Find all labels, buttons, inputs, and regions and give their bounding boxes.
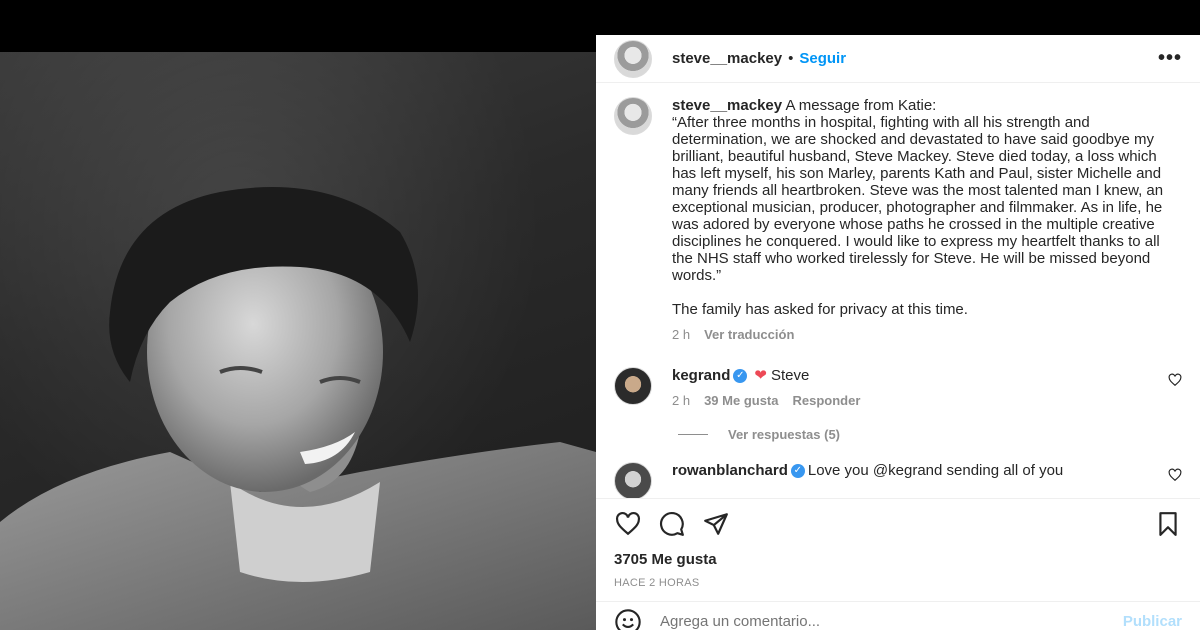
comment-text: Love you @kegrand sending all of you bbox=[807, 462, 1064, 479]
post-actions: 3705 Me gusta HACE 2 HORAS bbox=[596, 498, 1200, 589]
share-icon[interactable] bbox=[702, 511, 730, 537]
comment-item: kegrand ✓ ❤ Steve 2 h 39 Me gusta Responder bbox=[614, 367, 1182, 409]
comment-avatar[interactable] bbox=[614, 367, 652, 405]
heart-icon[interactable] bbox=[614, 511, 642, 537]
add-comment-bar: Publicar bbox=[596, 601, 1200, 630]
more-options-icon[interactable]: ••• bbox=[1158, 47, 1182, 70]
caption-username[interactable]: steve__mackey bbox=[672, 97, 782, 114]
follow-button[interactable]: Seguir bbox=[799, 50, 846, 67]
caption-time[interactable]: 2 h bbox=[672, 326, 690, 343]
post-photo[interactable] bbox=[0, 52, 596, 630]
caption-avatar[interactable] bbox=[614, 97, 652, 135]
comment-meta: 2 h 39 Me gusta Responder bbox=[672, 392, 1182, 409]
action-icons bbox=[614, 511, 1182, 537]
reply-button[interactable]: Responder bbox=[793, 392, 861, 409]
bookmark-icon[interactable] bbox=[1154, 511, 1182, 537]
caption-text: A message from Katie: “After three month… bbox=[672, 97, 1164, 318]
post-time[interactable]: HACE 2 HORAS bbox=[614, 577, 1182, 589]
publish-button[interactable]: Publicar bbox=[1123, 613, 1182, 630]
comment-username[interactable]: rowanblanchard bbox=[672, 462, 788, 479]
comments-section[interactable]: steve__mackey A message from Katie: “Aft… bbox=[596, 84, 1200, 498]
caption: steve__mackey A message from Katie: “Aft… bbox=[614, 97, 1182, 343]
emoji-icon[interactable] bbox=[614, 608, 642, 630]
caption-meta: 2 h Ver traducción bbox=[672, 326, 1182, 343]
comment-icon[interactable] bbox=[658, 511, 686, 537]
verified-icon: ✓ bbox=[790, 464, 805, 479]
post-header: steve__mackey • Seguir ••• bbox=[596, 35, 1200, 83]
author-avatar[interactable] bbox=[614, 39, 652, 78]
likes-count[interactable]: 3705 Me gusta bbox=[614, 551, 1182, 568]
caption-body: steve__mackey A message from Katie: “Aft… bbox=[672, 97, 1182, 318]
comment-time[interactable]: 2 h bbox=[672, 392, 690, 409]
like-comment-heart-icon[interactable] bbox=[1168, 373, 1182, 387]
replies-divider bbox=[678, 434, 708, 435]
portrait-illustration bbox=[0, 187, 596, 630]
heart-emoji: ❤ bbox=[754, 367, 767, 384]
verified-icon: ✓ bbox=[733, 369, 748, 384]
comment-body: rowanblanchard ✓ Love you @kegrand sending… bbox=[672, 462, 1182, 479]
separator-dot: • bbox=[788, 50, 794, 67]
translate-link[interactable]: Ver traducción bbox=[704, 326, 794, 343]
comment-text: Steve bbox=[770, 367, 810, 384]
view-replies-button[interactable]: Ver respuestas (5) bbox=[678, 427, 1182, 442]
author-username[interactable]: steve__mackey bbox=[672, 50, 782, 67]
screenshot-stage: steve__mackey • Seguir ••• steve__mackey… bbox=[0, 0, 1200, 630]
comment-item: rowanblanchard ✓ Love you @kegrand sending… bbox=[614, 462, 1182, 498]
comment-input[interactable] bbox=[660, 613, 1123, 630]
comment-likes[interactable]: 39 Me gusta bbox=[704, 392, 778, 409]
like-comment-heart-icon[interactable] bbox=[1168, 468, 1182, 482]
comment-body: kegrand ✓ ❤ Steve bbox=[672, 367, 1182, 384]
post-panel: steve__mackey • Seguir ••• steve__mackey… bbox=[596, 35, 1200, 630]
view-replies-label: Ver respuestas (5) bbox=[728, 427, 841, 442]
comment-username[interactable]: kegrand bbox=[672, 367, 730, 384]
comment-avatar[interactable] bbox=[614, 462, 652, 498]
